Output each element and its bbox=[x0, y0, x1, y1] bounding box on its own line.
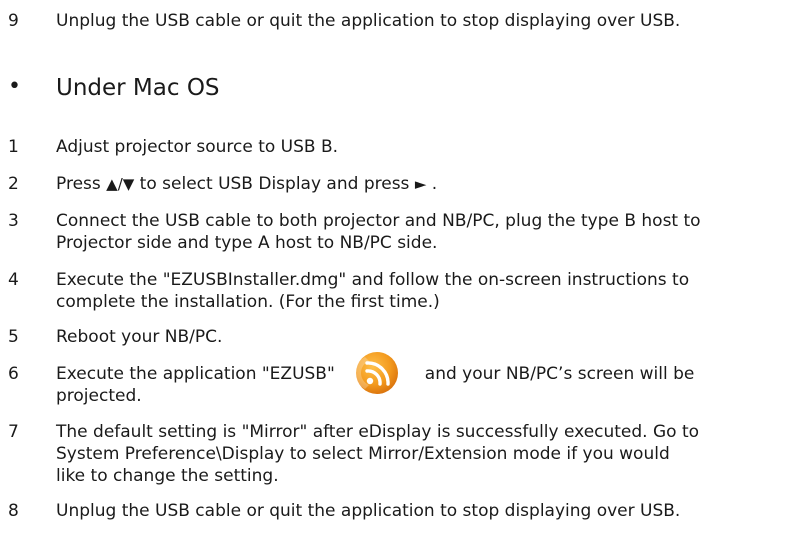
step-text-pre: Execute the application "EZUSB" bbox=[56, 364, 335, 384]
step-text: Execute the application "EZUSB" and your… bbox=[56, 352, 789, 407]
step-text-line: complete the installation. (For the firs… bbox=[56, 292, 440, 312]
step-text-line: Projector side and type A host to NB/PC … bbox=[56, 233, 438, 253]
step-number: 1 bbox=[8, 137, 19, 157]
step-text: Execute the "EZUSBInstaller.dmg" and fol… bbox=[56, 269, 789, 313]
step-text: Press ▲/▼ to select USB Display and pres… bbox=[56, 173, 789, 195]
step-number: 3 bbox=[8, 211, 19, 231]
step-text-line: projected. bbox=[56, 386, 142, 406]
right-arrow-icon: ► bbox=[414, 175, 427, 193]
step-text-line: like to change the setting. bbox=[56, 466, 279, 486]
up-down-arrow-icon: ▲/▼ bbox=[106, 175, 135, 193]
step-number: 2 bbox=[8, 174, 19, 194]
step-number: 6 bbox=[8, 364, 19, 384]
step-number: 4 bbox=[8, 270, 19, 290]
step-text-line: System Preference\Display to select Mirr… bbox=[56, 444, 670, 464]
step-text: Adjust projector source to USB B. bbox=[56, 137, 339, 157]
section-title: Under Mac OS bbox=[56, 75, 220, 101]
ezusb-app-icon bbox=[355, 351, 399, 395]
step-text: Connect the USB cable to both projector … bbox=[56, 210, 789, 254]
step-number: 9 bbox=[8, 11, 19, 31]
step-text-post: and your NB/PC’s screen will be bbox=[424, 364, 695, 384]
step-number: 7 bbox=[8, 422, 19, 442]
step-text-mid: to select USB Display and press bbox=[134, 174, 415, 194]
bullet-icon: • bbox=[8, 74, 21, 99]
step-number: 5 bbox=[8, 327, 19, 347]
step-text: The default setting is "Mirror" after eD… bbox=[56, 421, 789, 487]
step-text: Reboot your NB/PC. bbox=[56, 327, 223, 347]
step-text-line: Connect the USB cable to both projector … bbox=[56, 211, 701, 231]
step-text-line: Execute the "EZUSBInstaller.dmg" and fol… bbox=[56, 270, 690, 290]
step-text-line: Execute the application "EZUSB" and your… bbox=[56, 352, 789, 394]
step-number: 8 bbox=[8, 501, 19, 521]
step-text-pre: Press bbox=[56, 174, 107, 194]
step-text: Unplug the USB cable or quit the applica… bbox=[56, 11, 681, 31]
step-text: Unplug the USB cable or quit the applica… bbox=[56, 501, 681, 521]
step-text-post: . bbox=[426, 174, 438, 194]
step-text-line: The default setting is "Mirror" after eD… bbox=[56, 422, 700, 442]
